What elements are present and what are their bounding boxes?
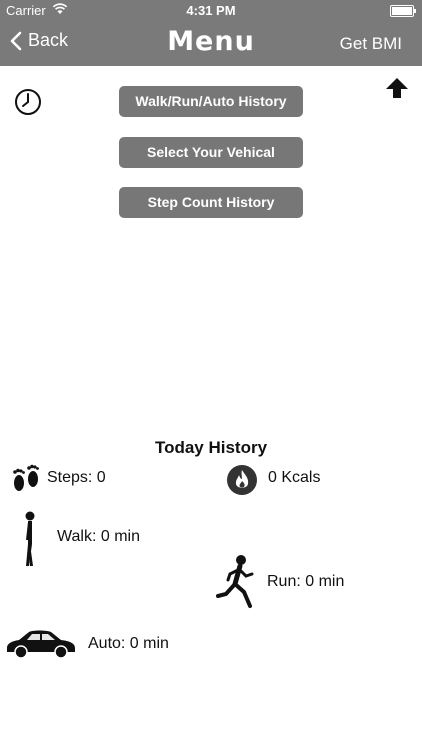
battery-icon xyxy=(390,5,416,17)
walk-run-auto-history-button[interactable]: Walk/Run/Auto History xyxy=(119,86,303,117)
running-person-icon xyxy=(216,554,258,615)
clock-icon[interactable] xyxy=(14,88,42,121)
car-icon xyxy=(5,628,77,665)
select-vehicle-button[interactable]: Select Your Vehical xyxy=(119,137,303,168)
footprints-icon xyxy=(10,462,42,501)
arrow-up-icon[interactable] xyxy=(385,77,409,104)
run-value: Run: 0 min xyxy=(267,573,345,590)
step-count-history-button[interactable]: Step Count History xyxy=(119,187,303,218)
steps-value: Steps: 0 xyxy=(47,469,106,486)
status-time: 4:31 PM xyxy=(186,3,236,18)
walking-person-icon xyxy=(20,510,40,573)
get-bmi-button[interactable]: Get BMI xyxy=(340,34,402,54)
auto-value: Auto: 0 min xyxy=(88,635,169,652)
flame-icon xyxy=(226,464,258,501)
status-bar: Carrier 4:31 PM xyxy=(0,0,422,22)
today-history-title: Today History xyxy=(154,438,268,457)
kcals-value: 0 Kcals xyxy=(268,469,321,486)
navigation-bar: Back Menu Get BMI xyxy=(0,22,422,66)
walk-value: Walk: 0 min xyxy=(57,528,140,545)
